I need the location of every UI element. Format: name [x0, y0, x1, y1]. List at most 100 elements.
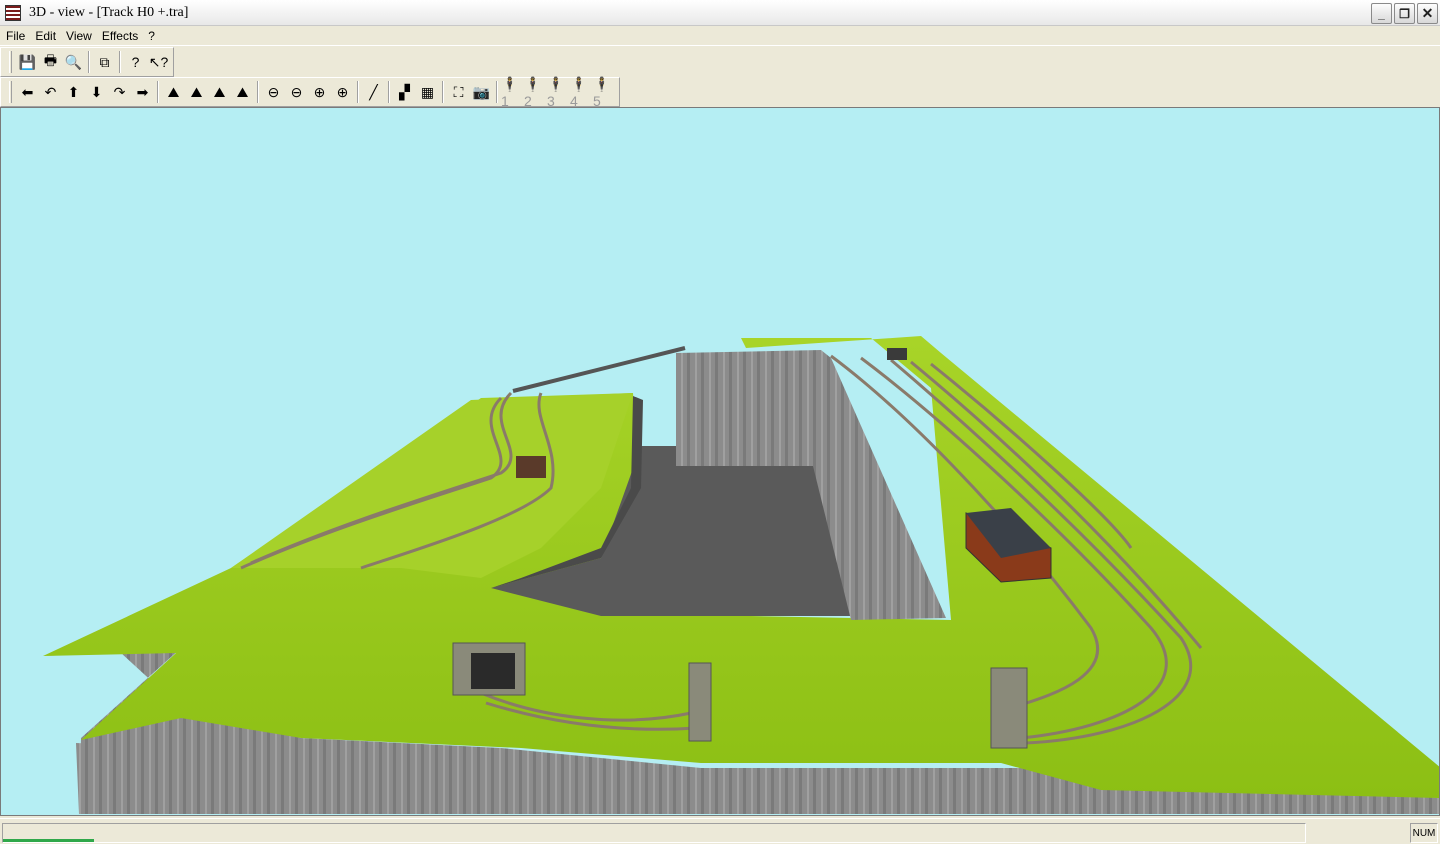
minimize-icon: _	[1378, 6, 1385, 21]
move-up-icon: ⬆	[67, 83, 80, 100]
camera-4-button: 🕴4	[570, 76, 593, 109]
tunnel-portal-right	[990, 667, 1028, 749]
zoom-out-more-icon: ⊖	[267, 83, 280, 100]
save-button[interactable]: 💾	[16, 51, 39, 73]
camera-lower-button[interactable]: ⛰	[208, 81, 231, 103]
camera-3-button: 🕴3	[547, 76, 570, 109]
rotate-left-button[interactable]: ↶	[39, 81, 62, 103]
menu-effects[interactable]: Effects	[97, 29, 143, 43]
toolbar-separator	[88, 51, 90, 73]
status-message	[2, 823, 1306, 843]
help-icon: ?	[131, 54, 140, 70]
toolbar-grip[interactable]	[9, 81, 12, 103]
toolbar-separator	[119, 51, 121, 73]
zoom-in-more-icon: ⊕	[336, 83, 349, 100]
camera-5-icon: 🕴5	[593, 75, 611, 109]
minimize-button[interactable]: _	[1371, 3, 1392, 24]
camera-tilt-up-button[interactable]: ⛰	[162, 81, 185, 103]
camera-5-button: 🕴5	[593, 76, 616, 109]
move-down-icon: ⬇	[90, 83, 103, 100]
navigation-toolbar: ⬅ ↶ ⬆ ⬇ ↷ ➡ ⛰ ⛰ ⛰ ⛰ ⊖ ⊖ ⊕ ⊕ ╱ ▞ ▦ ⛶ 📷 🕴1 🕴2 🕴3 🕴4 🕴5	[0, 76, 620, 109]
fit-view-button[interactable]: ⛶	[447, 81, 470, 103]
print-preview-button[interactable]: 🔍	[62, 51, 85, 73]
menu-edit[interactable]: Edit	[30, 29, 61, 43]
camera-lower-icon: ⛰	[213, 83, 226, 100]
copy-icon: ⧉	[99, 53, 110, 70]
file-toolbar: 💾 🖶 🔍 ⧉? ↖?	[0, 47, 174, 77]
zoom-in-button[interactable]: ⊕	[308, 81, 331, 103]
close-button[interactable]: ✕	[1417, 3, 1438, 24]
small-building	[516, 456, 546, 478]
progress-bar	[3, 839, 95, 842]
app-window: 3D - view - [Track H0 +.tra] _ ❐ ✕ File …	[0, 0, 1440, 844]
save-icon: 💾	[18, 53, 37, 70]
rotate-left-icon: ↶	[44, 83, 57, 100]
3d-viewport[interactable]	[0, 107, 1440, 816]
camera-1-button: 🕴1	[501, 76, 524, 109]
move-right-icon: ➡	[136, 83, 149, 100]
move-down-button[interactable]: ⬇	[85, 81, 108, 103]
toolbar-separator	[388, 81, 390, 103]
grid-button[interactable]: ▦	[416, 81, 439, 103]
menu-bar: File Edit View Effects ?	[0, 26, 1440, 46]
grid-icon: ▦	[420, 83, 435, 100]
zoom-in-icon: ⊕	[313, 83, 326, 100]
rotate-right-icon: ↷	[113, 83, 126, 100]
terrain-icon: ▞	[399, 83, 410, 100]
menu-file[interactable]: File	[0, 29, 30, 43]
bridge	[512, 346, 686, 393]
zoom-out-more-button[interactable]: ⊖	[262, 81, 285, 103]
restore-icon: ❐	[1399, 6, 1410, 21]
camera-tilt-down-button[interactable]: ⛰	[231, 81, 254, 103]
camera-2-button: 🕴2	[524, 76, 547, 109]
app-icon[interactable]	[5, 4, 21, 21]
move-right-button[interactable]: ➡	[131, 81, 154, 103]
camera-raise-icon: ⛰	[190, 83, 203, 100]
camera-tilt-down-icon: ⛰	[236, 83, 249, 100]
toolbar-separator	[442, 81, 444, 103]
help-button[interactable]: ?	[124, 51, 147, 73]
context-help-button[interactable]: ↖?	[147, 51, 170, 73]
tunnel-portal-center	[688, 662, 712, 742]
move-left-icon: ⬅	[21, 83, 34, 100]
close-icon: ✕	[1421, 5, 1434, 21]
camera-2-icon: 🕴2	[524, 75, 542, 109]
window-controls: _ ❐ ✕	[1371, 3, 1438, 24]
menu-help[interactable]: ?	[143, 29, 160, 43]
menu-view[interactable]: View	[61, 29, 97, 43]
camera-raise-button[interactable]: ⛰	[185, 81, 208, 103]
toolbar-grip[interactable]	[9, 51, 12, 73]
snapshot-icon: 📷	[472, 83, 491, 100]
print-preview-icon: 🔍	[64, 53, 83, 70]
camera-4-icon: 🕴4	[570, 75, 588, 109]
print-icon: 🖶	[43, 52, 58, 68]
print-button[interactable]: 🖶	[39, 51, 62, 73]
fit-view-icon: ⛶	[453, 83, 464, 100]
pit-back-wall	[676, 350, 821, 466]
zoom-in-more-button[interactable]: ⊕	[331, 81, 354, 103]
tunnel-opening-left	[471, 653, 515, 689]
rotate-right-button[interactable]: ↷	[108, 81, 131, 103]
camera-tilt-up-icon: ⛰	[167, 83, 180, 100]
track-button[interactable]: ╱	[362, 81, 385, 103]
move-up-button[interactable]: ⬆	[62, 81, 85, 103]
title-bar[interactable]: 3D - view - [Track H0 +.tra] _ ❐ ✕	[0, 0, 1440, 26]
num-lock-indicator: NUM	[1410, 823, 1438, 843]
tunnel-portal-back	[887, 348, 907, 360]
zoom-out-icon: ⊖	[290, 83, 303, 100]
move-left-button[interactable]: ⬅	[16, 81, 39, 103]
camera-1-icon: 🕴1	[501, 75, 519, 109]
maximize-button[interactable]: ❐	[1394, 3, 1415, 24]
toolbar-separator	[257, 81, 259, 103]
3d-scene	[43, 336, 1439, 814]
track-icon: ╱	[369, 83, 378, 100]
toolbar-separator	[157, 81, 159, 103]
camera-3-icon: 🕴3	[547, 75, 565, 109]
terrain-button[interactable]: ▞	[393, 81, 416, 103]
zoom-out-button[interactable]: ⊖	[285, 81, 308, 103]
context-help-icon: ↖?	[148, 53, 169, 70]
status-bar: NUM	[0, 818, 1440, 844]
copy-button[interactable]: ⧉	[93, 51, 116, 73]
window-title: 3D - view - [Track H0 +.tra]	[29, 4, 189, 20]
snapshot-button[interactable]: 📷	[470, 81, 493, 103]
